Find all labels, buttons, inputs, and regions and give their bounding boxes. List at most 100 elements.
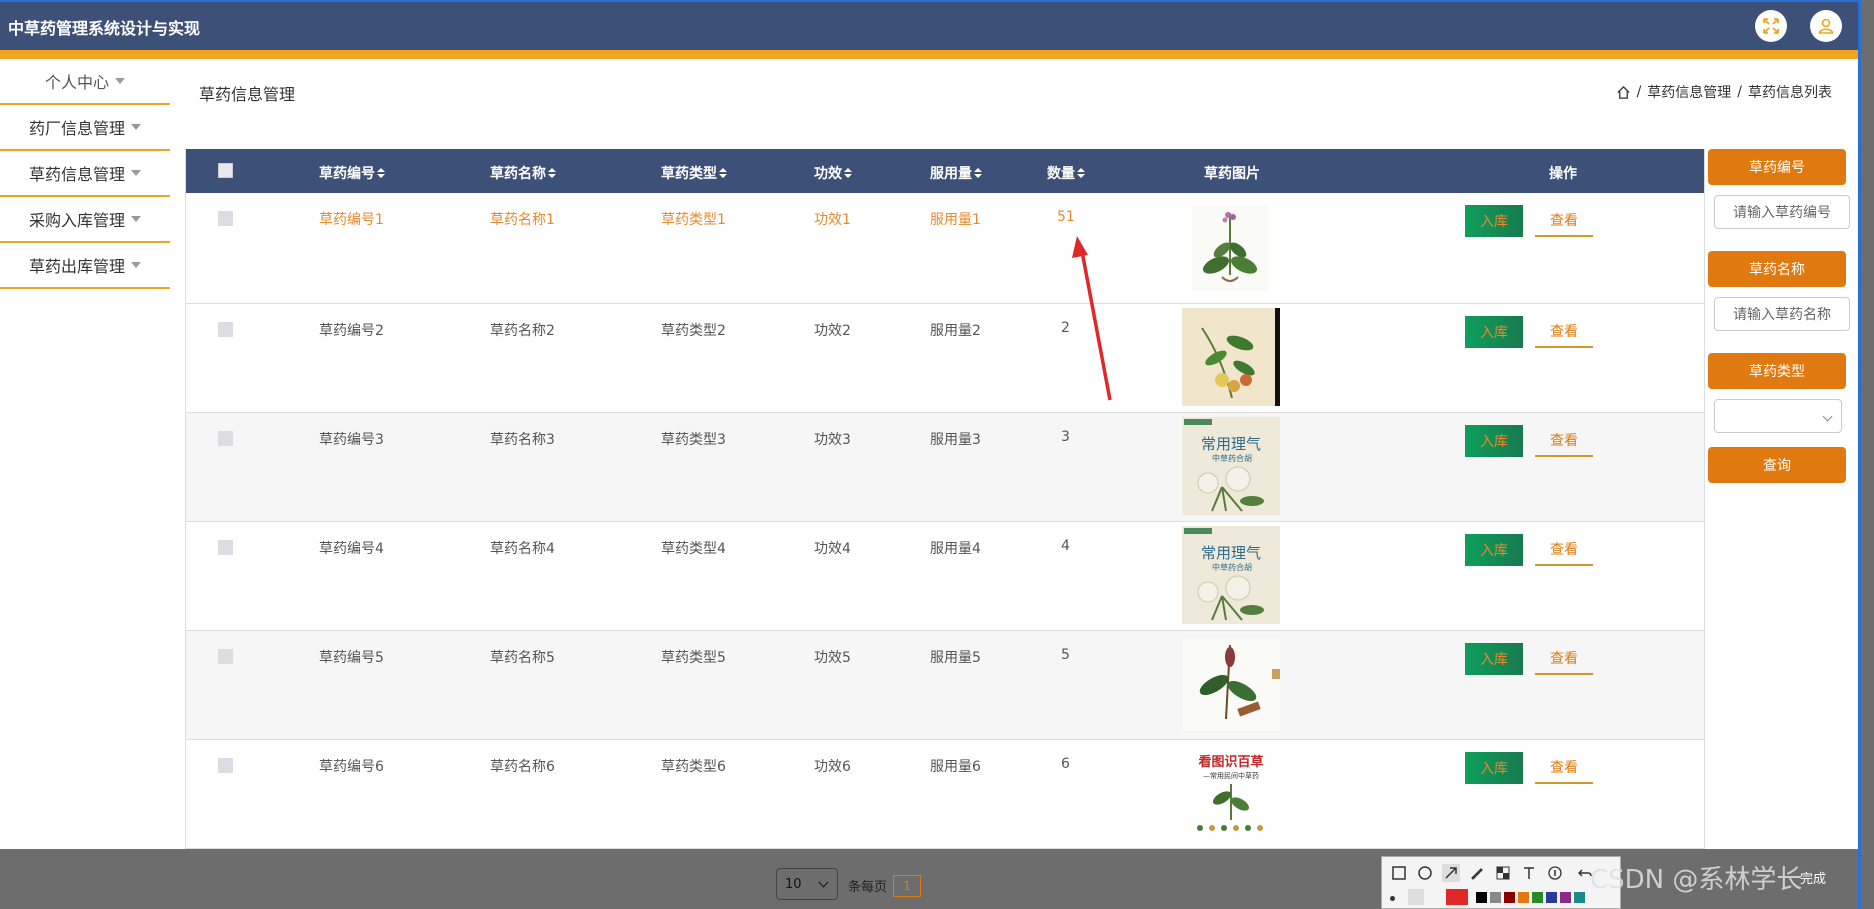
view-button[interactable]: 查看 xyxy=(1535,205,1593,237)
cell-dosage: 服用量5 xyxy=(930,650,981,666)
text-tool-icon[interactable] xyxy=(1520,864,1538,882)
view-button[interactable]: 查看 xyxy=(1535,643,1593,675)
col-code[interactable]: 草药编号 xyxy=(319,163,385,183)
row-checkbox[interactable] xyxy=(218,322,233,337)
herb-table: 草药编号 草药名称 草药类型 功效 服用量 数量 草药图片 操作 草药编号1 草… xyxy=(185,149,1705,849)
name-search-input[interactable]: 请输入草药名称 xyxy=(1714,297,1850,331)
sidebar-item-factory[interactable]: 药厂信息管理 xyxy=(0,105,170,151)
herb-image: 看图识百草 —常用民间中草药 xyxy=(1186,748,1276,840)
stock-in-button[interactable]: 入库 xyxy=(1465,425,1523,457)
color-darkred[interactable] xyxy=(1504,892,1515,903)
sidebar-item-label: 药厂信息管理 xyxy=(28,119,125,138)
col-ops: 操作 xyxy=(1549,163,1577,183)
rectangle-tool-icon[interactable] xyxy=(1390,864,1408,882)
col-effect[interactable]: 功效 xyxy=(814,163,852,183)
color-gray[interactable] xyxy=(1490,892,1501,903)
current-page[interactable]: 1 xyxy=(893,875,921,897)
pen-tool-icon[interactable] xyxy=(1468,864,1486,882)
row-checkbox[interactable] xyxy=(218,431,233,446)
color-blue[interactable] xyxy=(1546,892,1557,903)
caret-down-icon xyxy=(131,216,141,222)
type-label-button: 草药类型 xyxy=(1708,353,1846,389)
breadcrumb-item[interactable]: 草药信息管理 xyxy=(1647,82,1731,102)
cell-type: 草药类型6 xyxy=(661,759,726,775)
arrow-tool-icon[interactable] xyxy=(1442,864,1460,882)
sidebar-item-herb-out[interactable]: 草药出库管理 xyxy=(0,243,170,289)
color-red-selected[interactable] xyxy=(1446,889,1468,905)
size-small-option[interactable] xyxy=(1390,896,1395,901)
type-select[interactable] xyxy=(1714,399,1842,433)
home-icon[interactable] xyxy=(1616,85,1631,100)
breadcrumb: / 草药信息管理 / 草药信息列表 xyxy=(1616,82,1832,102)
herb-image xyxy=(1182,639,1280,731)
col-label: 草药名称 xyxy=(490,166,546,182)
mosaic-tool-icon[interactable] xyxy=(1494,864,1512,882)
color-purple[interactable] xyxy=(1560,892,1571,903)
ellipse-tool-icon[interactable] xyxy=(1416,864,1434,882)
sort-icon xyxy=(548,168,556,178)
query-button[interactable]: 查询 xyxy=(1708,447,1846,483)
stock-in-button[interactable]: 入库 xyxy=(1465,316,1523,348)
row-checkbox[interactable] xyxy=(218,649,233,664)
cell-dosage: 服用量1 xyxy=(930,212,981,228)
size-medium-option[interactable] xyxy=(1408,889,1424,905)
view-button[interactable]: 查看 xyxy=(1535,752,1593,784)
row-checkbox[interactable] xyxy=(218,758,233,773)
code-search-input[interactable]: 请输入草药编号 xyxy=(1714,195,1850,229)
stock-in-button[interactable]: 入库 xyxy=(1465,643,1523,675)
view-button[interactable]: 查看 xyxy=(1535,425,1593,457)
page-size-select[interactable]: 10 xyxy=(776,868,838,900)
top-header: 中草药管理系统设计与实现 xyxy=(0,0,1858,50)
sidebar-item-label: 草药信息管理 xyxy=(28,165,125,184)
number-tool-icon[interactable] xyxy=(1546,864,1564,882)
sidebar: 个人中心 药厂信息管理 草药信息管理 采购入库管理 草药出库管理 xyxy=(0,59,170,289)
col-label: 草药图片 xyxy=(1204,166,1260,182)
color-black[interactable] xyxy=(1476,892,1487,903)
cell-effect: 功效5 xyxy=(814,650,851,666)
stock-in-button[interactable]: 入库 xyxy=(1465,752,1523,784)
header-accent-bar xyxy=(0,50,1858,59)
color-teal[interactable] xyxy=(1574,892,1585,903)
col-label: 数量 xyxy=(1047,166,1075,182)
col-label: 草药类型 xyxy=(661,166,717,182)
col-label: 草药编号 xyxy=(319,166,375,182)
col-name[interactable]: 草药名称 xyxy=(490,163,556,183)
sidebar-item-purchase-in[interactable]: 采购入库管理 xyxy=(0,197,170,243)
done-button[interactable]: 完成 xyxy=(1800,868,1826,887)
col-label: 服用量 xyxy=(930,166,972,182)
cell-dosage: 服用量3 xyxy=(930,432,981,448)
per-page-label: 条每页 xyxy=(848,880,888,895)
stock-in-button[interactable]: 入库 xyxy=(1465,205,1523,237)
color-orange[interactable] xyxy=(1518,892,1529,903)
color-green[interactable] xyxy=(1532,892,1543,903)
cell-name: 草药名称6 xyxy=(490,759,555,775)
select-all-checkbox[interactable] xyxy=(218,163,233,178)
stock-in-button[interactable]: 入库 xyxy=(1465,534,1523,566)
col-type[interactable]: 草药类型 xyxy=(661,163,727,183)
col-qty[interactable]: 数量 xyxy=(1047,163,1085,183)
table-row: 草药编号6 草药名称6 草药类型6 功效6 服用量6 6 看图识百草 —常用民间… xyxy=(186,740,1704,849)
user-icon[interactable] xyxy=(1810,10,1842,42)
cell-code: 草药编号4 xyxy=(319,541,384,557)
view-button[interactable]: 查看 xyxy=(1535,316,1593,348)
cell-name: 草药名称1 xyxy=(490,212,555,228)
breadcrumb-item: 草药信息列表 xyxy=(1748,85,1832,101)
page-title: 草药信息管理 xyxy=(199,85,296,104)
herb-image xyxy=(1192,205,1268,291)
book-title: 看图识百草 xyxy=(1198,754,1263,770)
fullscreen-icon[interactable] xyxy=(1755,10,1787,42)
code-label-button: 草药编号 xyxy=(1708,149,1846,185)
cell-type: 草药类型4 xyxy=(661,541,726,557)
sidebar-item-personal-center[interactable]: 个人中心 xyxy=(0,59,170,105)
row-checkbox[interactable] xyxy=(218,211,233,226)
sidebar-item-herb-info[interactable]: 草药信息管理 xyxy=(0,151,170,197)
col-label: 功效 xyxy=(814,166,842,182)
view-button[interactable]: 查看 xyxy=(1535,534,1593,566)
caret-down-icon xyxy=(131,170,141,176)
row-checkbox[interactable] xyxy=(218,540,233,555)
cell-dosage: 服用量6 xyxy=(930,759,981,775)
app-title: 中草药管理系统设计与实现 xyxy=(8,19,201,38)
col-dosage[interactable]: 服用量 xyxy=(930,163,982,183)
table-row: 草药编号4 草药名称4 草药类型4 功效4 服用量4 4 常用理气 中草药合胡 … xyxy=(186,522,1704,631)
name-label-button: 草药名称 xyxy=(1708,251,1846,287)
